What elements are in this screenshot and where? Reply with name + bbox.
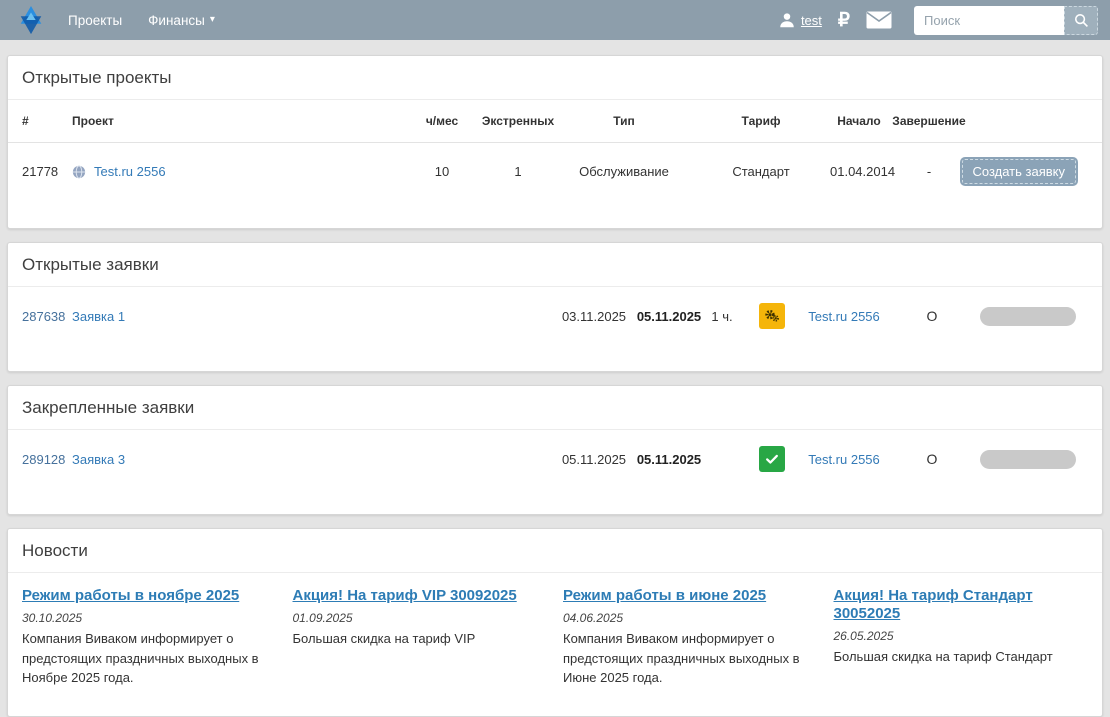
request-created-date: 03.11.2025 <box>552 309 636 324</box>
news-date: 01.09.2025 <box>293 611 538 625</box>
col-header-actions <box>970 107 1078 135</box>
menu-item-projects-label: Проекты <box>68 13 122 28</box>
chevron-down-icon: ▾ <box>210 15 215 25</box>
username-label: test <box>801 13 822 28</box>
news-text: Большая скидка на тариф VIP <box>293 629 538 649</box>
project-end-date: - <box>888 164 970 179</box>
project-id: 21778 <box>22 164 72 179</box>
news-text: Большая скидка на тариф Стандарт <box>834 647 1079 667</box>
request-status-letter: О <box>886 451 978 467</box>
project-urgent-count: 1 <box>480 164 556 179</box>
news-title-link[interactable]: Режим работы в ноябре 2025 <box>22 587 239 604</box>
news-item: Режим работы в июне 2025 04.06.2025 Комп… <box>563 587 808 688</box>
section-title-open-projects: Открытые проекты <box>8 56 1102 100</box>
news-text: Компания Виваком информирует о предстоящ… <box>563 629 808 688</box>
request-id-link[interactable]: 289128 <box>22 452 72 467</box>
create-request-button[interactable]: Создать заявку <box>962 159 1077 184</box>
gears-icon <box>764 308 780 324</box>
menu-item-projects[interactable]: Проекты <box>68 13 122 28</box>
progress-pill <box>980 307 1076 326</box>
projects-table-header: # Проект ч/мес Экстренных Тип Тариф Нача… <box>8 100 1102 143</box>
section-title-open-requests: Открытые заявки <box>8 243 1102 287</box>
globe-icon <box>72 165 86 179</box>
request-name-link[interactable]: Заявка 3 <box>72 452 552 467</box>
gears-status-icon <box>759 303 785 329</box>
menu-item-finances-label: Финансы <box>148 13 205 28</box>
news-item: Акция! На тариф VIP 30092025 01.09.2025 … <box>293 587 538 688</box>
col-header-end: Завершение <box>888 100 970 142</box>
request-row: 289128 Заявка 3 05.11.2025 05.11.2025 Te… <box>8 430 1102 514</box>
project-row: 21778 Test.ru 2556 10 1 Обслуживание Ста… <box>8 143 1102 228</box>
news-item: Акция! На тариф Стандарт 30052025 26.05.… <box>834 587 1079 688</box>
news-item: Режим работы в ноябре 2025 30.10.2025 Ко… <box>22 587 267 688</box>
col-header-number: # <box>22 100 72 142</box>
news-title-link[interactable]: Акция! На тариф VIP 30092025 <box>293 587 517 604</box>
user-account-link[interactable]: test <box>778 11 822 29</box>
mail-icon[interactable] <box>866 11 892 29</box>
project-hours-month: 10 <box>404 164 480 179</box>
check-icon <box>765 452 779 466</box>
project-tariff: Стандарт <box>692 164 830 179</box>
col-header-start: Начало <box>830 100 888 142</box>
topbar-right: test ₽ <box>778 6 1098 35</box>
news-text: Компания Виваком информирует о предстоящ… <box>22 629 267 688</box>
search-button[interactable] <box>1064 6 1098 35</box>
news-grid: Режим работы в ноябре 2025 30.10.2025 Ко… <box>8 573 1102 716</box>
search-icon <box>1074 13 1089 28</box>
request-created-date: 05.11.2025 <box>552 452 636 467</box>
user-icon <box>778 11 796 29</box>
news-date: 04.06.2025 <box>563 611 808 625</box>
col-header-tariff: Тариф <box>692 100 830 142</box>
request-status-letter: О <box>886 308 978 324</box>
news-date: 26.05.2025 <box>834 629 1079 643</box>
section-title-pinned-requests: Закрепленные заявки <box>8 386 1102 430</box>
request-row: 287638 Заявка 1 03.11.2025 05.11.2025 1 … <box>8 287 1102 371</box>
news-date: 30.10.2025 <box>22 611 267 625</box>
news-title-link[interactable]: Акция! На тариф Стандарт 30052025 <box>834 587 1033 622</box>
open-projects-section: Открытые проекты # Проект ч/мес Экстренн… <box>7 55 1103 229</box>
request-project-link[interactable]: Test.ru 2556 <box>802 309 886 324</box>
check-status-icon <box>759 446 785 472</box>
news-title-link[interactable]: Режим работы в июне 2025 <box>563 587 766 604</box>
pinned-requests-section: Закрепленные заявки 289128 Заявка 3 05.1… <box>7 385 1103 515</box>
project-start-date: 01.04.2014 <box>830 164 888 179</box>
search-box <box>914 6 1098 35</box>
news-section: Новости Режим работы в ноябре 2025 30.10… <box>7 528 1103 717</box>
request-name-link[interactable]: Заявка 1 <box>72 309 552 324</box>
open-requests-section: Открытые заявки 287638 Заявка 1 03.11.20… <box>7 242 1103 372</box>
menu-item-finances[interactable]: Финансы ▾ <box>148 13 215 28</box>
col-header-project: Проект <box>72 100 404 142</box>
ruble-finance-icon[interactable]: ₽ <box>838 11 850 30</box>
section-title-news: Новости <box>8 529 1102 573</box>
app-logo-icon[interactable] <box>16 5 46 35</box>
request-due-date: 05.11.2025 <box>636 452 702 467</box>
progress-pill <box>980 450 1076 469</box>
request-due-date: 05.11.2025 <box>636 309 702 324</box>
project-cell: Test.ru 2556 <box>72 164 404 179</box>
main-menu: Проекты Финансы ▾ <box>68 13 241 28</box>
col-header-urgent: Экстренных <box>480 100 556 142</box>
col-header-type: Тип <box>556 100 692 142</box>
col-header-hours: ч/мес <box>404 100 480 142</box>
search-input[interactable] <box>914 6 1064 35</box>
request-project-link[interactable]: Test.ru 2556 <box>802 452 886 467</box>
project-type: Обслуживание <box>556 164 692 179</box>
topbar: Проекты Финансы ▾ test ₽ <box>0 0 1110 40</box>
request-id-link[interactable]: 287638 <box>22 309 72 324</box>
project-link[interactable]: Test.ru 2556 <box>94 164 166 179</box>
request-hours: 1 ч. <box>702 309 742 324</box>
